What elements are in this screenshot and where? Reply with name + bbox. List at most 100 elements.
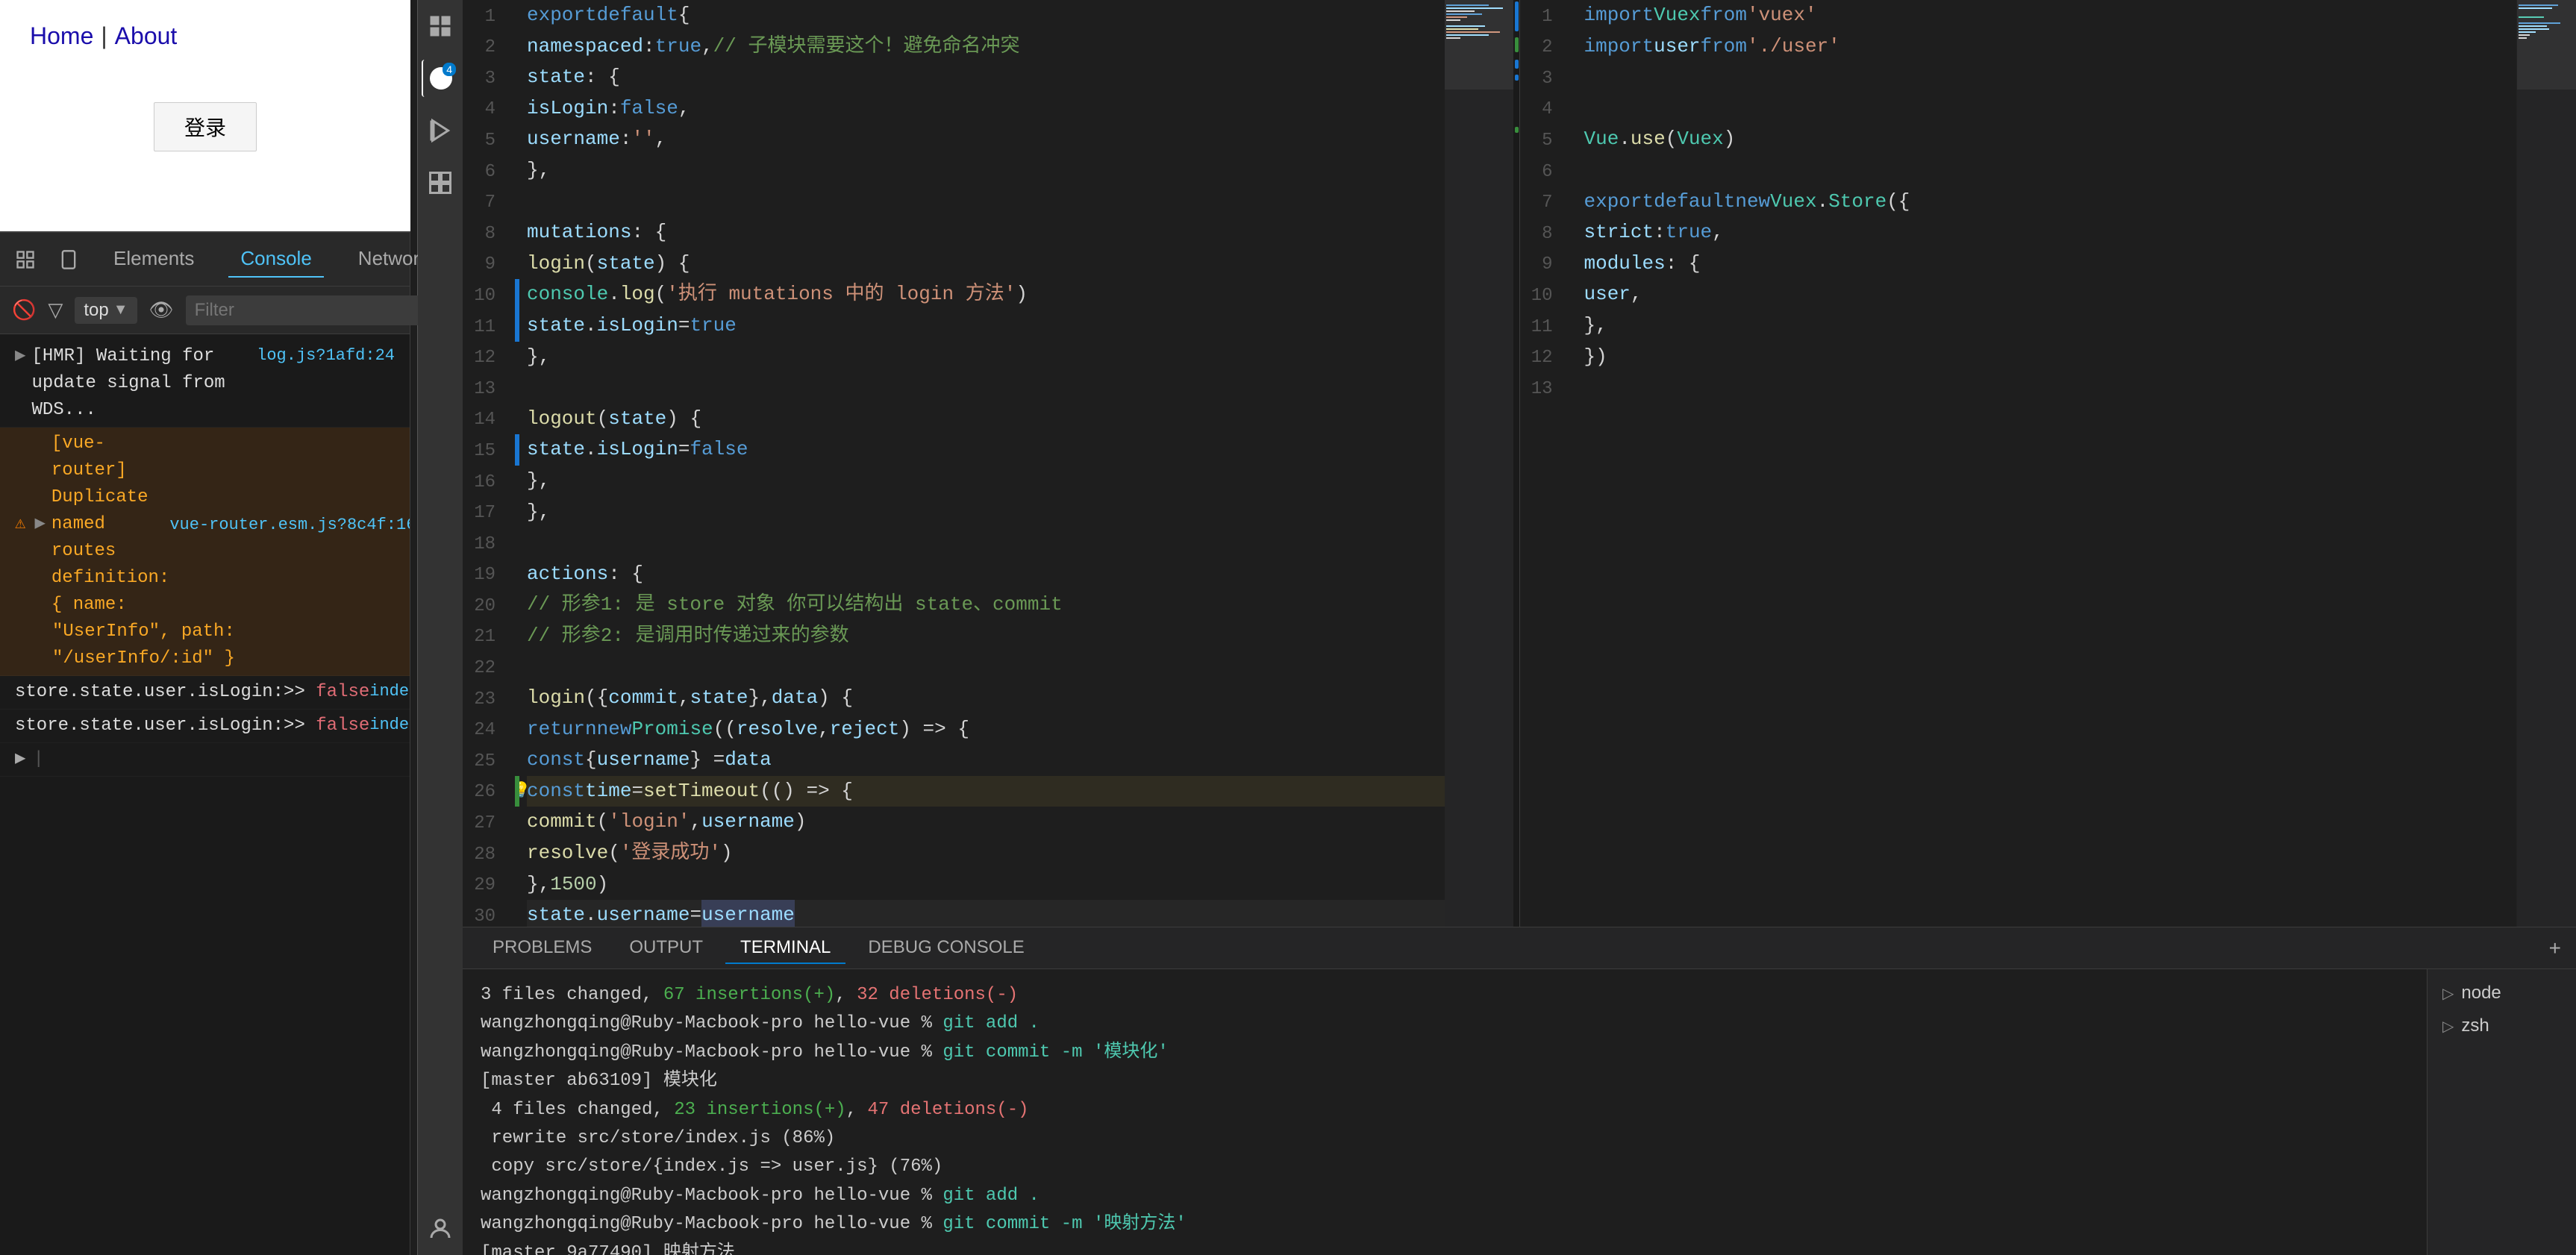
- run-icon[interactable]: [422, 112, 459, 149]
- code-line-21: // 形参2: 是调用时传递过来的参数: [527, 621, 1445, 652]
- clear-console-button[interactable]: 🚫: [12, 298, 36, 322]
- watch-expression-button[interactable]: 👁: [149, 298, 174, 322]
- devtools-toolbar: Elements Console Network Vue Sources »: [0, 233, 410, 287]
- line-num: 11: [463, 312, 507, 343]
- lightbulb-icon[interactable]: 💡: [519, 780, 531, 804]
- code-line-r10: user,: [1584, 279, 2517, 310]
- tab-terminal[interactable]: TERMINAL: [725, 933, 845, 964]
- nav-separator: |: [101, 22, 107, 50]
- device-icon[interactable]: [58, 246, 79, 273]
- code-line-r4: [1584, 93, 2517, 125]
- warning-text: [vue-router] Duplicate named routes defi…: [51, 431, 169, 619]
- code-line-13: [527, 372, 1445, 404]
- line-num: 11: [1520, 312, 1565, 343]
- zsh-label: zsh: [2461, 1015, 2489, 1036]
- terminal-line: [master 9a77490] 映射方法: [481, 1239, 2409, 1255]
- node-label: node: [2461, 983, 2501, 1004]
- home-link[interactable]: Home: [30, 22, 93, 50]
- new-terminal-button[interactable]: +: [2549, 936, 2561, 960]
- line-num: 16: [463, 467, 507, 498]
- code-line-4: isLogin: false,: [527, 93, 1445, 125]
- terminal-node-item[interactable]: ▷ node: [2427, 977, 2576, 1010]
- code-line-14: logout(state) {: [527, 404, 1445, 435]
- tab-output[interactable]: OUTPUT: [614, 933, 718, 964]
- line-num: 1: [1520, 1, 1565, 33]
- console-line-store-1: store.state.user.isLogin:>> false index.…: [0, 676, 410, 710]
- warning-indicator: ⚠: [15, 511, 25, 538]
- line-num: 19: [463, 560, 507, 592]
- store-log-2: store.state.user.isLogin:>>: [15, 713, 316, 739]
- code-line-r3: [1584, 62, 2517, 93]
- terminal-line: wangzhongqing@Ruby-Macbook-pro hello-vue…: [481, 1210, 2409, 1239]
- line-num: 15: [463, 436, 507, 467]
- line-num: 17: [463, 498, 507, 530]
- context-dropdown[interactable]: top ▼: [75, 297, 137, 324]
- terminal-item-icon-2: ▷: [2442, 1017, 2454, 1036]
- line-num: 30: [463, 901, 507, 927]
- code-line-r8: strict: true,: [1584, 217, 2517, 248]
- console-line-store-2: store.state.user.isLogin:>> false index.…: [0, 710, 410, 743]
- store-source-link-2[interactable]: index.js?a18c:61: [369, 713, 410, 737]
- code-line-r2: import user from './user': [1584, 31, 2517, 63]
- line-num: 13: [1520, 374, 1565, 405]
- code-line-26: 💡 const time = setTimeout(() => {: [527, 776, 1445, 807]
- context-dropdown-arrow: ▼: [113, 301, 128, 319]
- filter-toggle-button[interactable]: ▽: [48, 298, 63, 322]
- line-num: 7: [463, 188, 507, 219]
- terminal-tabs: PROBLEMS OUTPUT TERMINAL DEBUG CONSOLE +: [463, 927, 2576, 969]
- code-line-25: const { username } = data: [527, 745, 1445, 776]
- code-line-11: state.isLogin = true: [527, 310, 1445, 342]
- code-line-29: }, 1500): [527, 869, 1445, 901]
- console-prompt-line: ▶ |: [0, 743, 410, 777]
- line-num: 8: [463, 219, 507, 250]
- extensions-icon[interactable]: 4: [422, 60, 459, 97]
- line-num: 10: [463, 281, 507, 312]
- line-num: 24: [463, 716, 507, 747]
- inspect-icon[interactable]: [15, 246, 36, 273]
- code-line-30: state.username = username: [527, 900, 1445, 927]
- code-line-10: console.log('执行 mutations 中的 login 方法'): [527, 279, 1445, 310]
- tab-debug-console[interactable]: DEBUG CONSOLE: [853, 933, 1039, 964]
- console-source-link[interactable]: log.js?1afd:24: [257, 343, 395, 368]
- console-line: ▶ [HMR] Waiting for update signal from W…: [0, 340, 410, 428]
- code-line-19: actions: {: [527, 559, 1445, 590]
- about-link[interactable]: About: [115, 22, 178, 50]
- line-num: 1: [463, 1, 507, 33]
- terminal-panel: PROBLEMS OUTPUT TERMINAL DEBUG CONSOLE +…: [463, 927, 2576, 1255]
- store-source-link-1[interactable]: index.js?a18c:61: [369, 679, 410, 704]
- false-value-1: false: [316, 679, 369, 706]
- line-num: 10: [1520, 281, 1565, 312]
- tab-problems[interactable]: PROBLEMS: [478, 933, 607, 964]
- login-button[interactable]: 登录: [154, 102, 257, 151]
- right-code-lines[interactable]: import Vuex from 'vuex' import user from…: [1577, 0, 2517, 927]
- right-editor-pane: 1 2 3 4 5 6 7 8 9 10 11 12 13: [1519, 0, 2576, 927]
- line-num: 4: [1520, 95, 1565, 126]
- code-line-27: commit('login', username): [527, 807, 1445, 838]
- vscode-sidebar: 4: [418, 0, 463, 1255]
- line-num: 9: [1520, 250, 1565, 281]
- code-line-7: [527, 187, 1445, 218]
- terminal-zsh-item[interactable]: ▷ zsh: [2427, 1010, 2576, 1042]
- filter-input[interactable]: [186, 295, 435, 325]
- left-code-lines[interactable]: export default { namespaced: true, // 子模…: [519, 0, 1445, 927]
- terminal-content: 3 files changed, 67 insertions(+), 32 de…: [463, 969, 2576, 1255]
- line-num: 7: [1520, 188, 1565, 219]
- line-num: 26: [463, 777, 507, 809]
- line-num: 14: [463, 405, 507, 436]
- line-num: 23: [463, 684, 507, 716]
- explorer-icon[interactable]: [422, 7, 459, 45]
- line-num: 5: [1520, 125, 1565, 157]
- tab-console[interactable]: Console: [228, 241, 323, 278]
- terminal-line: 4 files changed, 23 insertions(+), 47 de…: [481, 1096, 2409, 1124]
- code-line-r5: Vue.use(Vuex): [1584, 124, 2517, 155]
- extensions-grid-icon[interactable]: [422, 164, 459, 201]
- code-line-17: },: [527, 497, 1445, 528]
- left-code-content: 1 2 3 4 5 6 7 8 9 10 11 12 13 14: [463, 0, 1519, 927]
- code-line-8: mutations: {: [527, 217, 1445, 248]
- terminal-item-icon: ▷: [2442, 984, 2454, 1003]
- vue-router-link[interactable]: vue-router.esm.js?8c4f:16: [169, 513, 410, 537]
- terminal-main[interactable]: 3 files changed, 67 insertions(+), 32 de…: [463, 969, 2427, 1255]
- account-icon[interactable]: [422, 1210, 459, 1248]
- line-num: 9: [463, 250, 507, 281]
- tab-elements[interactable]: Elements: [101, 241, 206, 278]
